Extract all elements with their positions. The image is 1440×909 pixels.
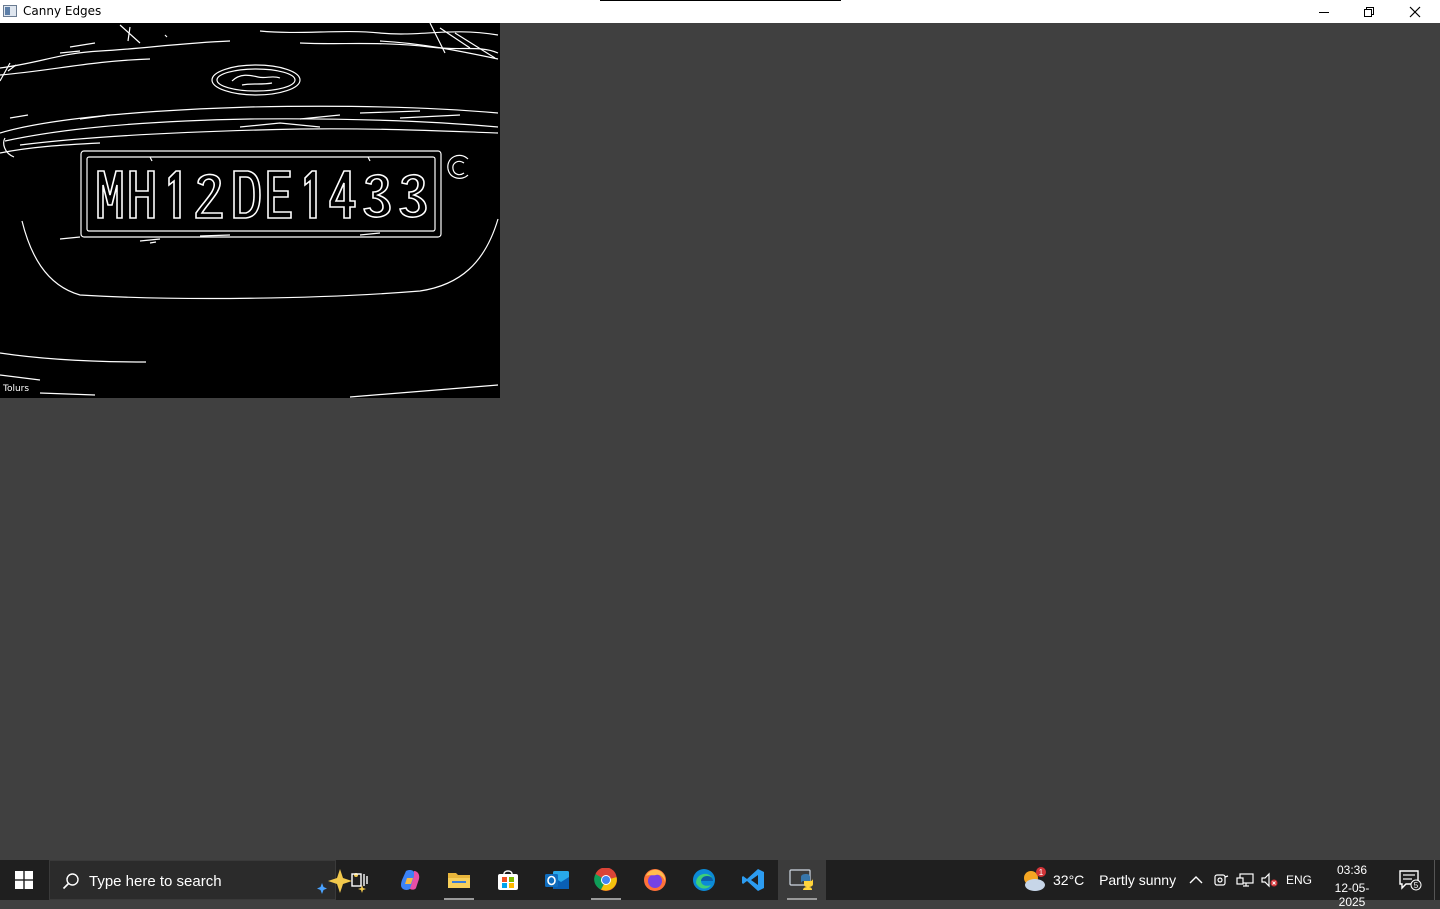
clock-time[interactable]: 03:36: [1322, 863, 1382, 877]
language-indicator[interactable]: ENG: [1286, 873, 1312, 887]
search-icon: [62, 873, 79, 890]
partly-sunny-icon: 1: [1024, 867, 1046, 891]
edge-icon: [693, 869, 715, 891]
restore-icon: [1364, 6, 1374, 17]
show-desktop-divider[interactable]: [1434, 860, 1435, 900]
corner-watermark-text: Tolurs: [2, 384, 29, 394]
taskbar: Type here to search 1 32°C Partly sunny …: [0, 860, 1440, 909]
show-hidden-icons-button[interactable]: [1185, 860, 1207, 900]
canny-edges-window: Canny Edges Tolurs: [0, 0, 1440, 860]
vscode-icon: [742, 869, 764, 891]
app-icon: [3, 5, 17, 17]
close-button[interactable]: [1392, 0, 1438, 23]
chrome-button[interactable]: [582, 860, 630, 900]
restore-button[interactable]: [1346, 0, 1392, 23]
weather-badge: 1: [1039, 868, 1044, 877]
weather-condition: Partly sunny: [1099, 872, 1177, 888]
canny-edge-image: Tolurs: [0, 23, 500, 398]
weather-temperature: 32°C: [1053, 872, 1085, 888]
task-view-button[interactable]: [336, 860, 384, 900]
outlook-button[interactable]: [533, 860, 581, 900]
firefox-icon: [644, 869, 666, 891]
search-box[interactable]: Type here to search: [49, 860, 366, 900]
title-accent-line: [600, 0, 841, 1]
windows-logo-icon: [15, 871, 33, 889]
title-bar[interactable]: Canny Edges: [0, 0, 1440, 23]
weather-widget[interactable]: 1: [1018, 860, 1050, 900]
notification-center-button[interactable]: 5: [1392, 860, 1428, 900]
store-icon: [498, 870, 518, 890]
task-view-icon: [351, 873, 368, 887]
camera-icon: [1214, 874, 1229, 886]
notification-count: 5: [1414, 881, 1419, 890]
outlook-icon: [545, 871, 569, 889]
minimize-icon: [1319, 11, 1329, 13]
chrome-icon: [594, 868, 617, 891]
start-button[interactable]: [0, 860, 48, 900]
close-icon: [1409, 6, 1421, 17]
search-placeholder: Type here to search: [89, 873, 222, 890]
network-button[interactable]: [1233, 860, 1257, 900]
python-window-button[interactable]: [778, 860, 826, 900]
clock-date[interactable]: 12-05-2025: [1322, 881, 1382, 909]
chevron-up-icon: [1189, 876, 1203, 884]
edge-button[interactable]: [680, 860, 728, 900]
edge-drawing: Tolurs: [0, 23, 499, 398]
meet-now-button[interactable]: [1210, 860, 1232, 900]
minimize-button[interactable]: [1301, 0, 1347, 23]
copilot-icon: [401, 870, 420, 890]
vscode-button[interactable]: [729, 860, 777, 900]
volume-muted-icon: [1261, 872, 1278, 888]
folder-icon: [448, 873, 470, 888]
file-explorer-button[interactable]: [435, 860, 483, 900]
microsoft-store-button[interactable]: [484, 860, 532, 900]
weather-text[interactable]: 32°C Partly sunny: [1053, 872, 1176, 888]
volume-button[interactable]: [1257, 860, 1281, 900]
copilot-button[interactable]: [386, 860, 434, 900]
notification-icon: 5: [1399, 870, 1422, 891]
network-icon: [1236, 873, 1254, 887]
firefox-button[interactable]: [631, 860, 679, 900]
python-icon: [789, 869, 813, 890]
window-title: Canny Edges: [23, 4, 102, 18]
